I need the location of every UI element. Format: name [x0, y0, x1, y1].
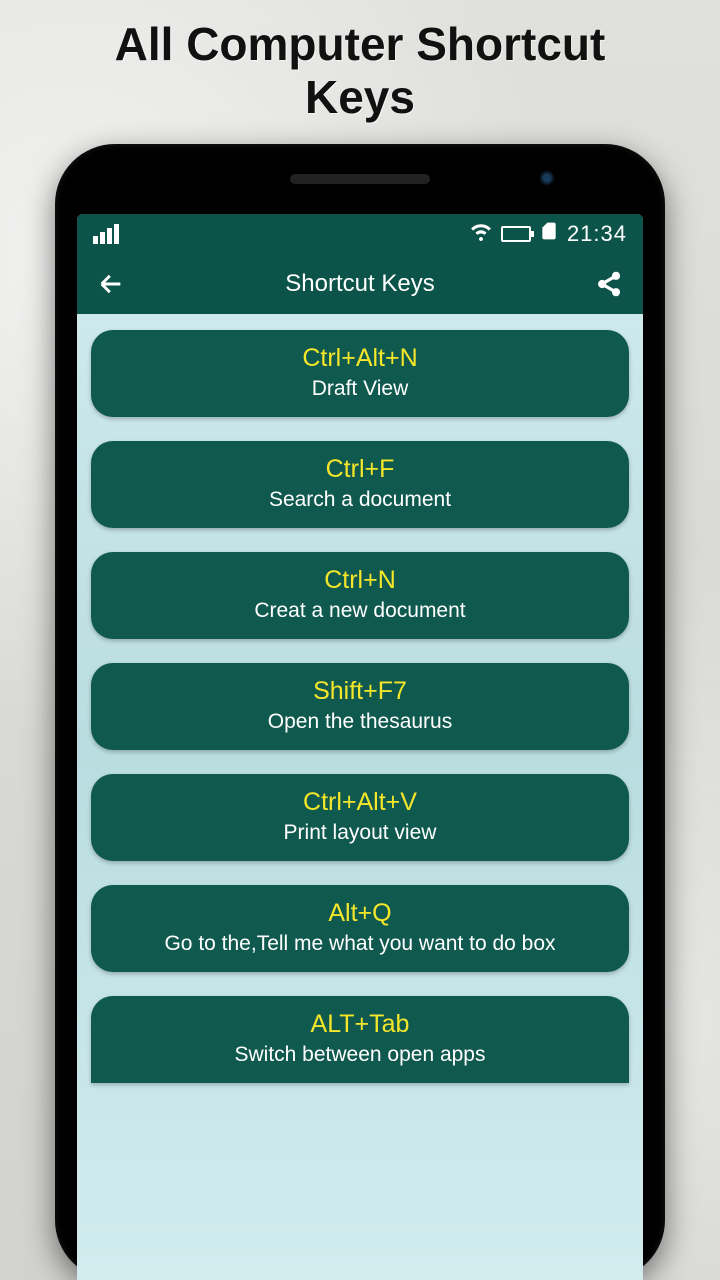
shortcut-desc: Open the thesaurus — [101, 710, 619, 734]
status-bar: 21:34 — [77, 214, 643, 254]
share-button[interactable] — [591, 266, 627, 302]
shortcut-desc: Go to the,Tell me what you want to do bo… — [101, 932, 619, 956]
status-right: 21:34 — [469, 219, 627, 248]
shortcut-card[interactable]: Shift+F7 Open the thesaurus — [91, 663, 629, 750]
shortcut-key: ALT+Tab — [101, 1010, 619, 1039]
shortcut-key: Ctrl+F — [101, 455, 619, 484]
phone-speaker — [290, 174, 430, 184]
shortcut-card[interactable]: Ctrl+F Search a document — [91, 441, 629, 528]
shortcut-card[interactable]: ALT+Tab Switch between open apps — [91, 996, 629, 1083]
title-line-1: All Computer Shortcut — [115, 18, 606, 70]
app-title: Shortcut Keys — [145, 270, 575, 298]
status-left — [93, 224, 119, 244]
sim-icon — [539, 221, 559, 246]
shortcut-desc: Creat a new document — [101, 599, 619, 623]
signal-icon — [93, 224, 119, 244]
wifi-icon — [469, 219, 493, 248]
shortcut-card[interactable]: Ctrl+Alt+V Print layout view — [91, 774, 629, 861]
phone-screen: 21:34 Shortcut Keys Ctrl+Alt+N Draft Vie… — [77, 214, 643, 1280]
shortcut-card[interactable]: Ctrl+N Creat a new document — [91, 552, 629, 639]
app-bar: Shortcut Keys — [77, 254, 643, 314]
arrow-left-icon — [97, 270, 125, 298]
shortcut-desc: Print layout view — [101, 821, 619, 845]
shortcut-key: Ctrl+Alt+N — [101, 344, 619, 373]
share-icon — [595, 270, 623, 298]
shortcut-desc: Search a document — [101, 488, 619, 512]
shortcut-key: Shift+F7 — [101, 677, 619, 706]
clock: 21:34 — [567, 221, 627, 247]
back-button[interactable] — [93, 266, 129, 302]
shortcut-card[interactable]: Ctrl+Alt+N Draft View — [91, 330, 629, 417]
battery-icon — [501, 226, 531, 242]
title-line-2: Keys — [305, 71, 415, 123]
shortcut-key: Ctrl+Alt+V — [101, 788, 619, 817]
shortcut-list[interactable]: Ctrl+Alt+N Draft View Ctrl+F Search a do… — [77, 314, 643, 1280]
shortcut-key: Ctrl+N — [101, 566, 619, 595]
shortcut-desc: Switch between open apps — [101, 1043, 619, 1067]
shortcut-card[interactable]: Alt+Q Go to the,Tell me what you want to… — [91, 885, 629, 972]
shortcut-desc: Draft View — [101, 377, 619, 401]
phone-frame: 21:34 Shortcut Keys Ctrl+Alt+N Draft Vie… — [55, 144, 665, 1280]
shortcut-key: Alt+Q — [101, 899, 619, 928]
phone-camera — [539, 170, 555, 186]
page-title: All Computer Shortcut Keys — [115, 18, 606, 124]
